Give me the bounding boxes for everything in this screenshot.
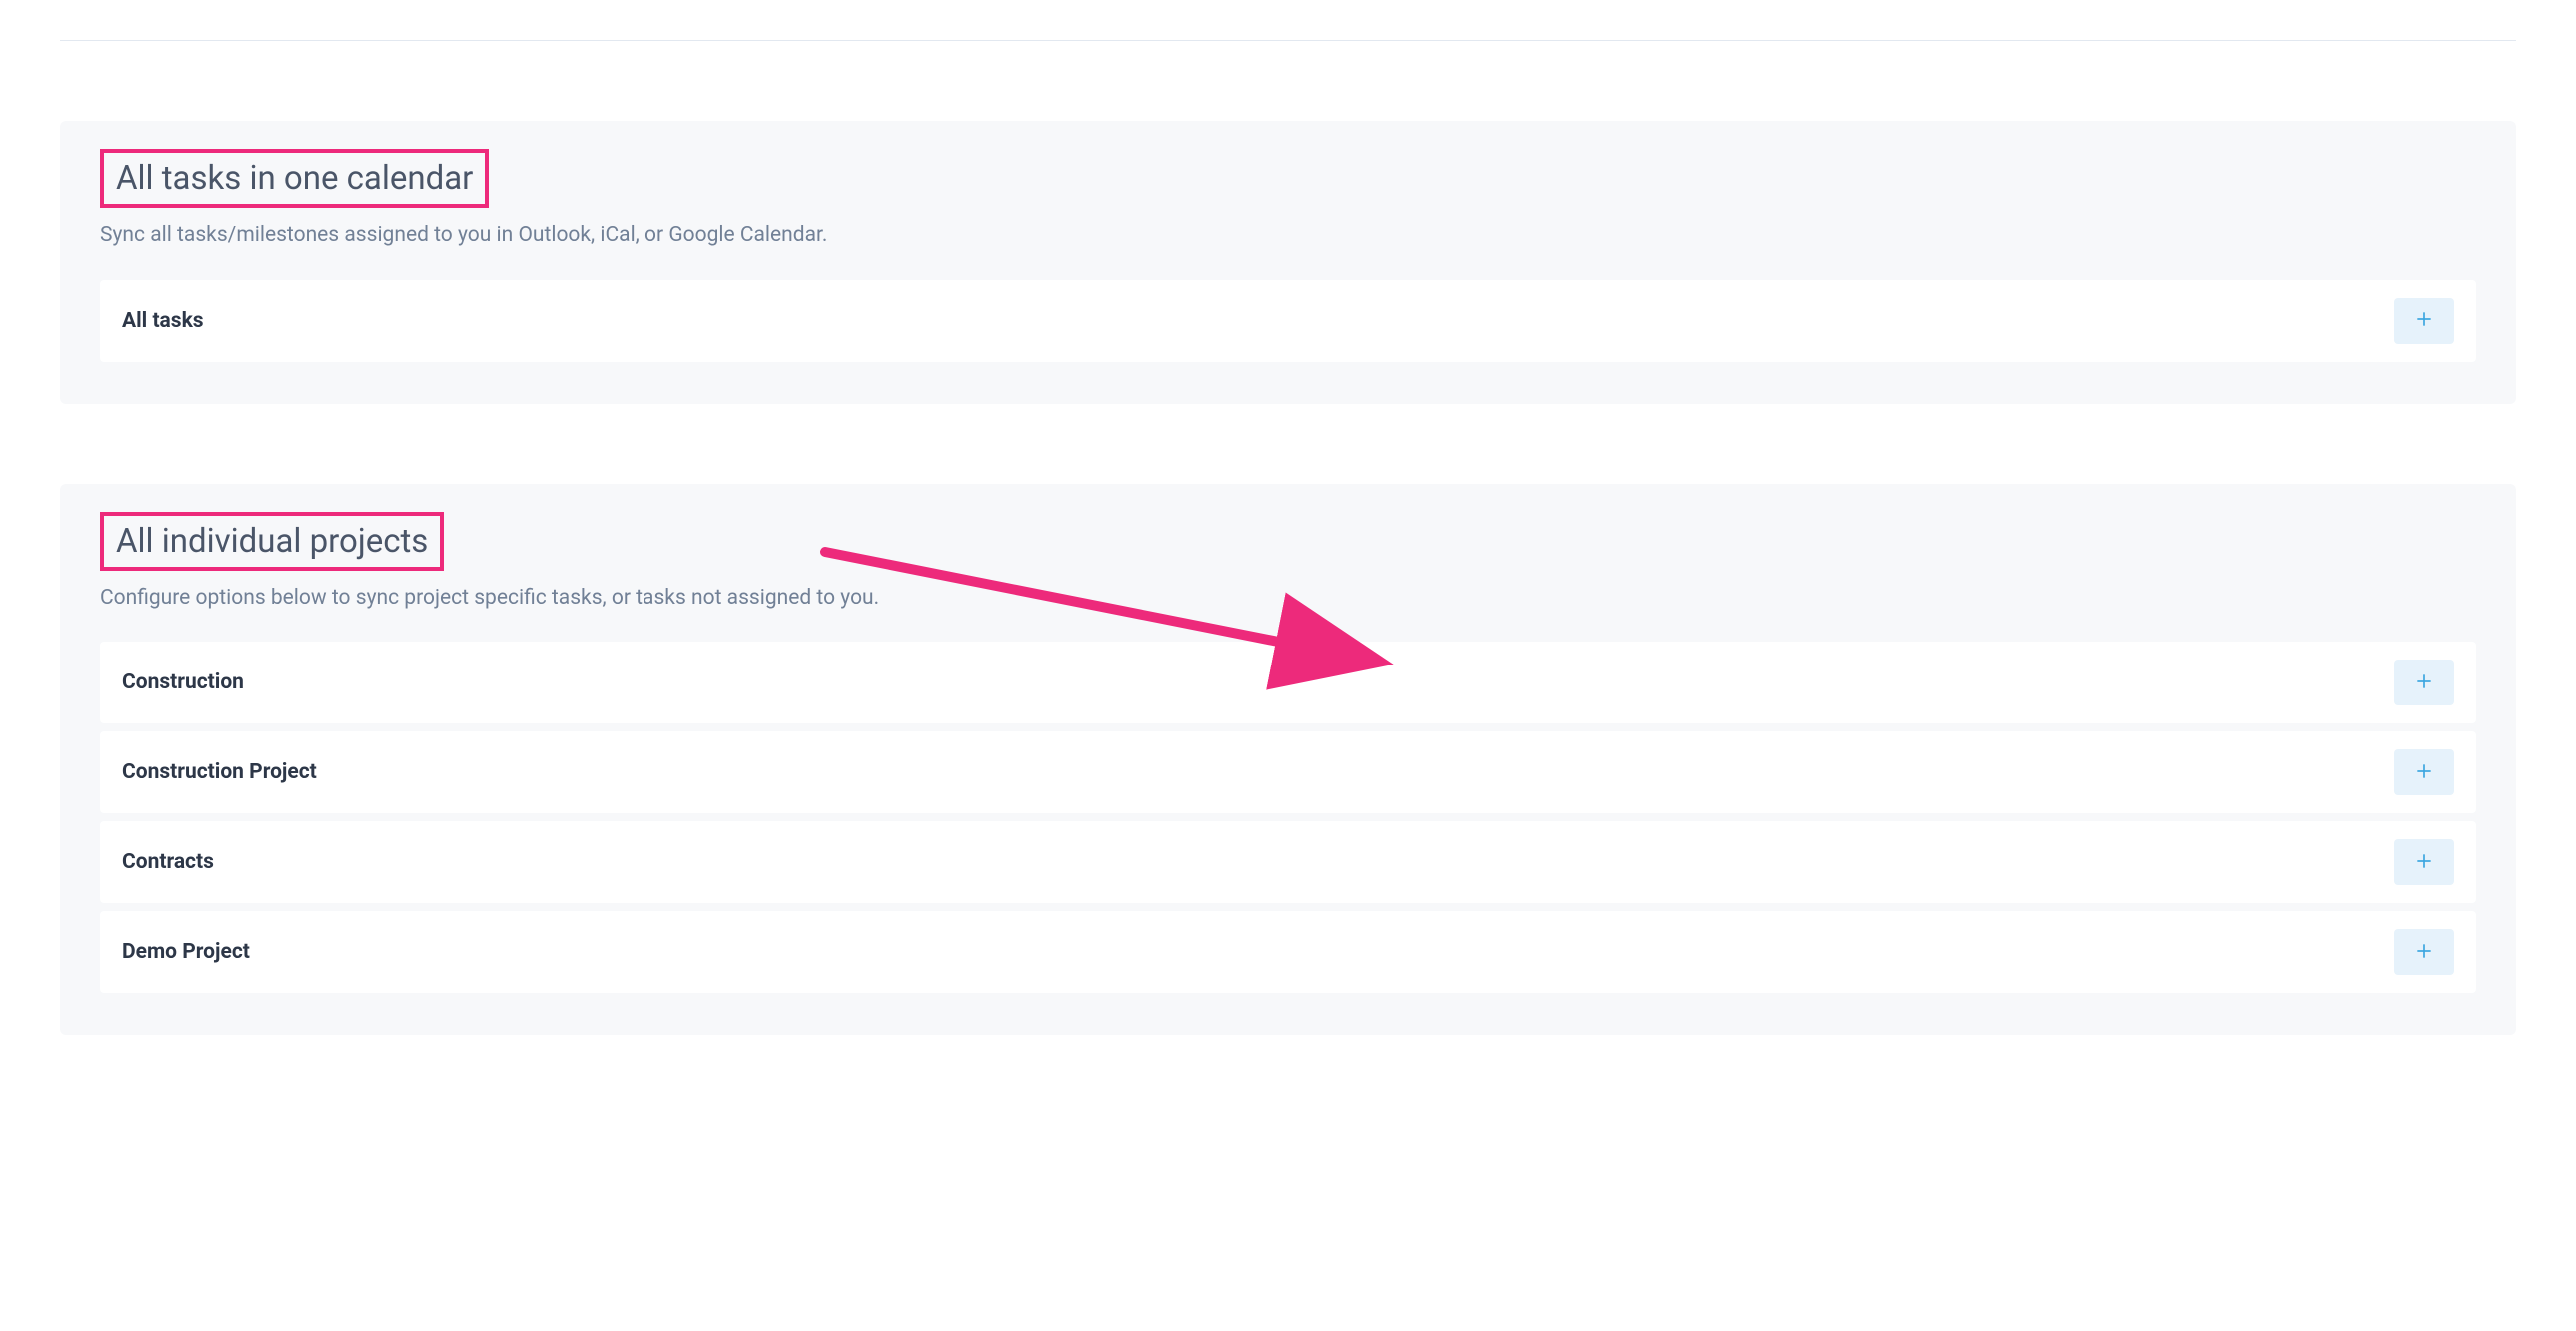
- add-button-construction[interactable]: [2394, 660, 2454, 705]
- item-row-demo-project: Demo Project: [100, 911, 2476, 993]
- item-row-all-tasks: All tasks: [100, 280, 2476, 362]
- item-label: Demo Project: [122, 940, 250, 964]
- plus-icon: [2414, 941, 2434, 964]
- section-title-all-tasks: All tasks in one calendar: [100, 149, 489, 208]
- item-row-contracts: Contracts: [100, 821, 2476, 903]
- section-title-individual-projects: All individual projects: [100, 512, 444, 571]
- top-divider: [60, 40, 2516, 41]
- section-all-tasks-calendar: All tasks in one calendar Sync all tasks…: [60, 121, 2516, 404]
- add-button-construction-project[interactable]: [2394, 749, 2454, 795]
- plus-icon: [2414, 851, 2434, 874]
- item-row-construction: Construction: [100, 642, 2476, 723]
- plus-icon: [2414, 671, 2434, 694]
- add-button-contracts[interactable]: [2394, 839, 2454, 885]
- item-label: Contracts: [122, 850, 214, 874]
- item-row-construction-project: Construction Project: [100, 731, 2476, 813]
- item-label: Construction Project: [122, 760, 317, 784]
- section-individual-projects: All individual projects Configure option…: [60, 484, 2516, 1036]
- plus-icon: [2414, 761, 2434, 784]
- item-label: Construction: [122, 670, 244, 694]
- section-header: All individual projects Configure option…: [100, 512, 2476, 615]
- section-header: All tasks in one calendar Sync all tasks…: [100, 149, 2476, 252]
- add-button-demo-project[interactable]: [2394, 929, 2454, 975]
- section-subtitle-all-tasks: Sync all tasks/milestones assigned to yo…: [100, 220, 2476, 252]
- item-label: All tasks: [122, 309, 204, 333]
- add-button-all-tasks[interactable]: [2394, 298, 2454, 344]
- section-subtitle-individual-projects: Configure options below to sync project …: [100, 583, 2476, 615]
- plus-icon: [2414, 309, 2434, 332]
